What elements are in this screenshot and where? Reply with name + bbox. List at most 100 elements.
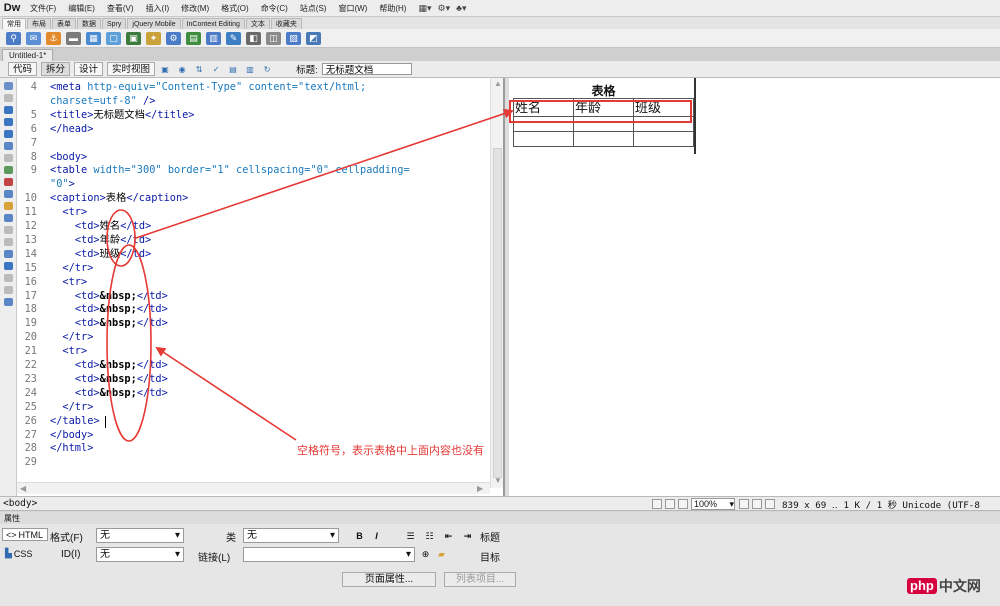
insert-div-icon[interactable]: ▢ xyxy=(106,31,121,45)
table-cell[interactable] xyxy=(513,131,574,147)
insert-tab-common[interactable]: 常用 xyxy=(2,17,26,29)
outdent-code-icon[interactable] xyxy=(3,286,13,294)
page-properties-button[interactable]: 页面属性... xyxy=(342,572,436,587)
menu-format[interactable]: 格式(O) xyxy=(215,3,255,14)
menu-modify[interactable]: 修改(M) xyxy=(175,3,215,14)
list-item-button[interactable]: 列表项目... xyxy=(444,572,516,587)
widget-icon[interactable]: ⚙ xyxy=(166,31,181,45)
horizontal-rule-icon[interactable]: ▬ xyxy=(66,31,81,45)
apply-comment-icon[interactable] xyxy=(3,214,13,222)
code-vertical-scrollbar[interactable]: ▲ ▼ xyxy=(490,78,503,488)
collapse-tag-icon[interactable] xyxy=(3,106,13,114)
code-line[interactable]: <title>无标题文档</title> xyxy=(50,109,195,123)
code-horizontal-scrollbar[interactable]: ◀ ▶ xyxy=(17,482,490,494)
css-mode-button[interactable]: ▙ CSS xyxy=(2,547,48,560)
link-input[interactable]: ▾ xyxy=(243,547,415,562)
check-browser-icon[interactable]: ▥ xyxy=(244,64,256,75)
bold-button[interactable]: B xyxy=(353,530,366,542)
collapse-selection-icon[interactable] xyxy=(3,118,13,126)
multiscreen-icon[interactable]: ▣ xyxy=(159,64,171,75)
hyperlink-icon[interactable]: ⚲ xyxy=(6,31,21,45)
code-line[interactable]: <td>班级</td> xyxy=(50,248,151,262)
layout-menu-dropdown[interactable]: ▦▾ xyxy=(418,3,431,14)
code-scroll-thumb[interactable] xyxy=(493,148,502,478)
indent-code-icon[interactable] xyxy=(3,274,13,282)
code-line[interactable]: <td>&nbsp;</td> xyxy=(50,359,168,373)
menu-view[interactable]: 查看(V) xyxy=(101,3,140,14)
code-line[interactable]: <td>&nbsp;</td> xyxy=(50,387,168,401)
server-side-include-icon[interactable]: ▥ xyxy=(206,31,221,45)
highlight-invalid-code-icon[interactable] xyxy=(3,178,13,186)
scroll-right-icon[interactable]: ▶ xyxy=(477,484,483,493)
media-icon[interactable]: ✦ xyxy=(146,31,161,45)
code-line[interactable]: <td>&nbsp;</td> xyxy=(50,373,168,387)
scroll-down-icon[interactable]: ▼ xyxy=(494,476,502,485)
insert-tab-spry[interactable]: Spry xyxy=(102,17,127,29)
code-line[interactable]: </body> xyxy=(50,429,93,443)
desktop-size-icon[interactable] xyxy=(765,498,775,509)
zoom-tool-icon[interactable] xyxy=(678,498,688,509)
code-view-button[interactable]: 代码 xyxy=(8,62,38,76)
insert-tab-text[interactable]: 文本 xyxy=(245,17,270,29)
table-icon[interactable]: ▦ xyxy=(86,31,101,45)
code-line[interactable]: </html> xyxy=(50,442,93,456)
email-link-icon[interactable]: ✉ xyxy=(26,31,41,45)
comment-icon[interactable]: ✎ xyxy=(226,31,241,45)
tablet-size-icon[interactable] xyxy=(752,498,762,509)
menu-insert[interactable]: 插入(I) xyxy=(140,3,176,14)
italic-button[interactable]: I xyxy=(370,530,383,542)
insert-tab-incontext[interactable]: InContext Editing xyxy=(181,17,245,29)
code-line[interactable]: </tr> xyxy=(50,331,93,345)
images-icon[interactable]: ▣ xyxy=(126,31,141,45)
select-parent-tag-icon[interactable] xyxy=(3,142,13,150)
id-select[interactable]: 无 ▾ xyxy=(96,547,184,562)
menu-window[interactable]: 窗口(W) xyxy=(332,3,373,14)
code-line[interactable]: <td>&nbsp;</td> xyxy=(50,290,168,304)
tag-selector[interactable]: <body> xyxy=(0,498,37,509)
validate-icon[interactable]: ✓ xyxy=(210,64,222,75)
code-line[interactable]: <td>&nbsp;</td> xyxy=(50,303,168,317)
named-anchor-icon[interactable]: ⚓ xyxy=(46,31,61,45)
refresh-icon[interactable]: ↻ xyxy=(261,64,273,75)
insert-tab-data[interactable]: 数据 xyxy=(77,17,101,29)
move-css-icon[interactable] xyxy=(3,262,13,270)
date-icon[interactable]: ▤ xyxy=(186,31,201,45)
tag-chooser-icon[interactable]: ◩ xyxy=(306,31,321,45)
code-editor[interactable]: <meta http-equiv="Content-Type" content=… xyxy=(47,78,492,488)
code-line[interactable]: charset=utf-8" /> xyxy=(50,95,155,109)
head-icon[interactable]: ◧ xyxy=(246,31,261,45)
site-menu-dropdown[interactable]: ♣▾ xyxy=(456,3,466,14)
code-line[interactable]: <tr> xyxy=(50,206,87,220)
code-line[interactable]: <table width="300" border="1" cellspacin… xyxy=(50,164,410,178)
format-source-icon[interactable] xyxy=(3,298,13,306)
hand-tool-icon[interactable] xyxy=(665,498,675,509)
wrap-tag-icon[interactable] xyxy=(3,238,13,246)
templates-icon[interactable]: ▧ xyxy=(286,31,301,45)
preview-browser-icon[interactable]: ◉ xyxy=(176,64,188,75)
browse-folder-icon[interactable]: ▰ xyxy=(435,548,448,560)
recent-snippets-icon[interactable] xyxy=(3,250,13,258)
document-tab-untitled[interactable]: Untitled-1* xyxy=(2,48,54,61)
unordered-list-icon[interactable]: ☰ xyxy=(404,530,417,542)
menu-help[interactable]: 帮助(H) xyxy=(373,3,412,14)
code-line[interactable]: "0"> xyxy=(50,178,75,192)
code-line[interactable]: </tr> xyxy=(50,262,93,276)
split-view-button[interactable]: 拆分 xyxy=(41,62,71,76)
extend-menu-dropdown[interactable]: ⚙▾ xyxy=(438,3,451,14)
menu-site[interactable]: 站点(S) xyxy=(294,3,333,14)
code-line[interactable]: <td>年龄</td> xyxy=(50,234,151,248)
ordered-list-icon[interactable]: ☷ xyxy=(423,530,436,542)
code-line[interactable]: <meta http-equiv="Content-Type" content=… xyxy=(50,81,366,95)
design-view-button[interactable]: 设计 xyxy=(74,62,104,76)
code-line[interactable]: </table> xyxy=(50,415,100,429)
format-select[interactable]: 无 ▾ xyxy=(96,528,184,543)
balance-braces-icon[interactable] xyxy=(3,154,13,162)
file-management-icon[interactable]: ⇅ xyxy=(193,64,205,75)
open-documents-icon[interactable] xyxy=(3,82,13,90)
zoom-select[interactable]: 100% ▾ xyxy=(691,497,735,510)
code-line[interactable]: <td>姓名</td> xyxy=(50,220,151,234)
code-line[interactable]: <td>&nbsp;</td> xyxy=(50,317,168,331)
show-code-navigator-icon[interactable] xyxy=(3,94,13,102)
code-line[interactable]: </tr> xyxy=(50,401,93,415)
syntax-coloring-icon[interactable] xyxy=(3,190,13,198)
